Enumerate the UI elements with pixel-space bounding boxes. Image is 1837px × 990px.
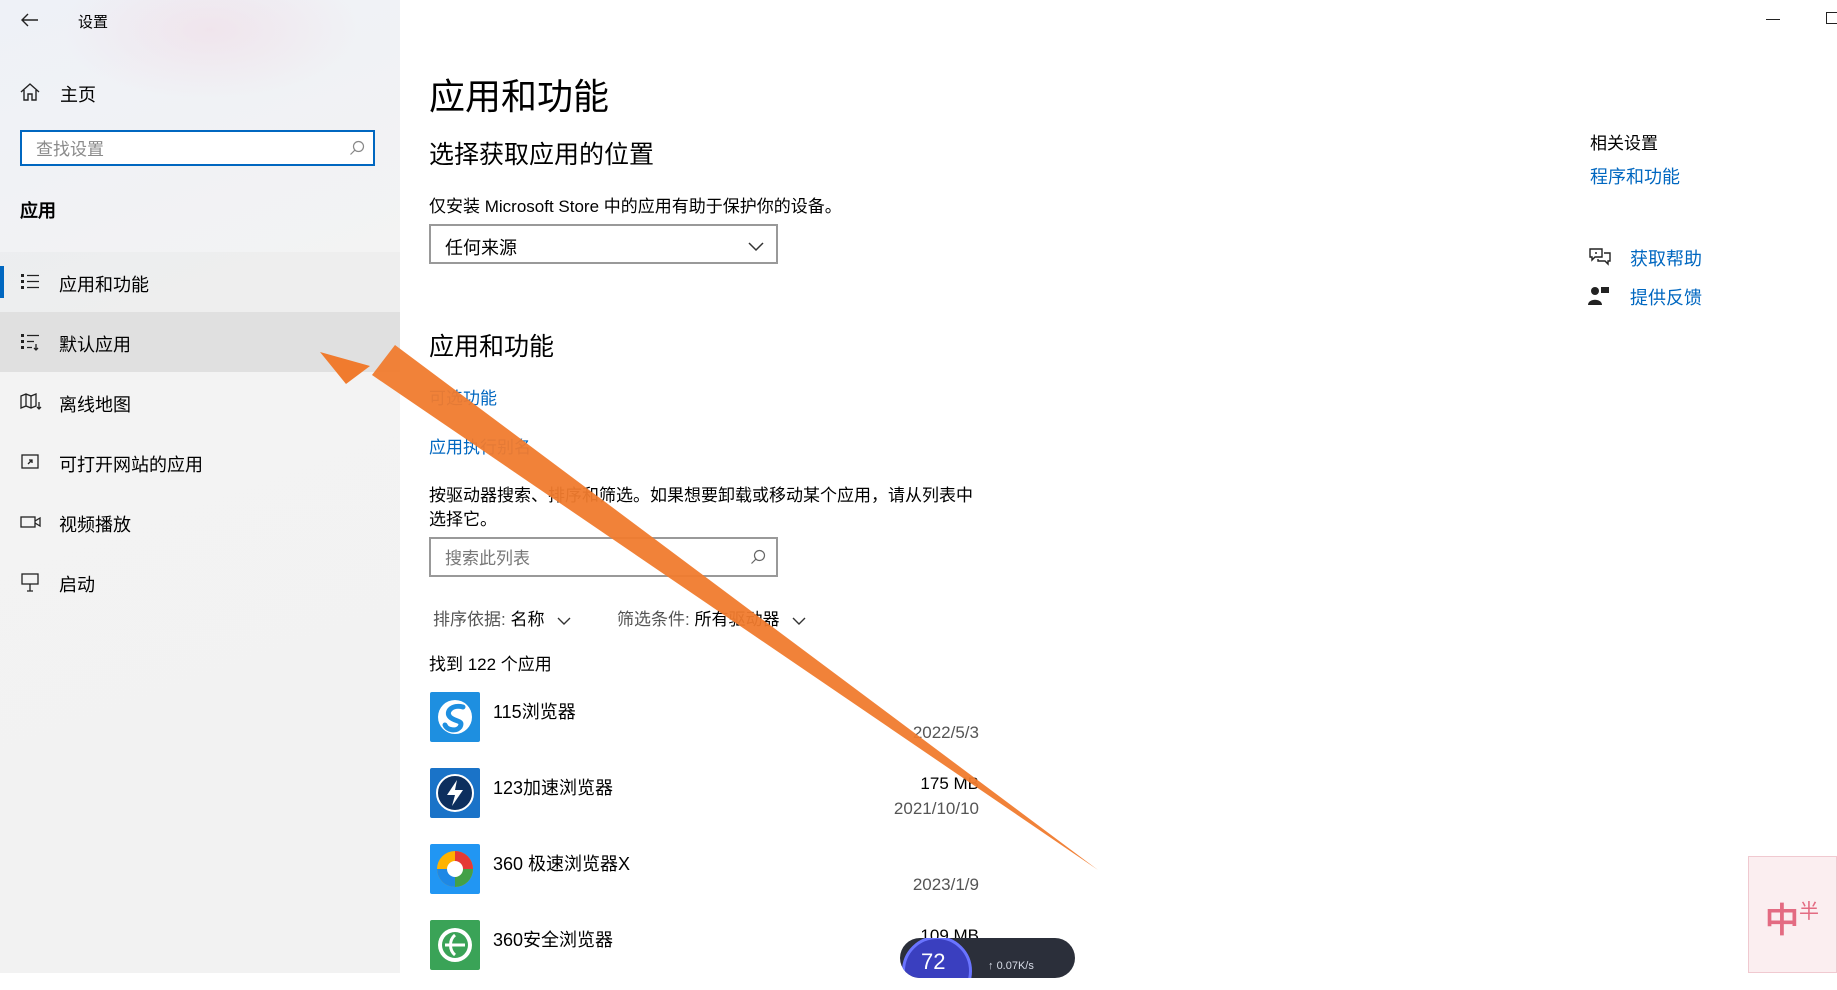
- offline-map-icon: [20, 392, 42, 412]
- chevron-down-icon: [557, 611, 571, 631]
- app-date: 2022/5/3: [912, 723, 979, 742]
- sidebar-section-title: 应用: [20, 201, 56, 221]
- search-icon[interactable]: [349, 140, 365, 161]
- sidebar-item-video-playback[interactable]: 视频播放: [0, 492, 400, 552]
- search-icon[interactable]: [750, 549, 766, 570]
- widget-value: 72: [921, 949, 946, 974]
- sidebar-item-apps-features[interactable]: 应用和功能: [0, 252, 400, 312]
- sidebar-item-label: 应用和功能: [59, 275, 149, 295]
- chevron-down-icon: [748, 239, 764, 257]
- get-help-label: 获取帮助: [1630, 249, 1702, 269]
- programs-features-link[interactable]: 程序和功能: [1590, 163, 1680, 189]
- sort-dropdown[interactable]: 排序依据: 名称: [433, 605, 571, 631]
- network-speed-widget[interactable]: 72 ↑ 0.07K/s: [900, 938, 1075, 978]
- web-apps-icon: [20, 452, 40, 472]
- related-settings-heading: 相关设置: [1590, 134, 1658, 153]
- app-source-dropdown[interactable]: 任何来源: [429, 224, 778, 264]
- sidebar-item-home[interactable]: 主页: [0, 74, 400, 112]
- apps-count: 找到 122 个应用: [429, 655, 552, 674]
- back-button[interactable]: [16, 6, 44, 34]
- settings-search-input[interactable]: [34, 138, 338, 162]
- video-icon: [20, 512, 41, 532]
- sidebar-item-label: 可打开网站的应用: [59, 455, 203, 475]
- watermark-char: 中: [1765, 902, 1799, 940]
- chevron-down-icon: [792, 611, 806, 631]
- app-execution-aliases-link[interactable]: 应用执行别名: [429, 433, 531, 458]
- sidebar: 设置 主页 应用 应用和功能: [0, 0, 400, 973]
- app-name: 123加速浏览器: [493, 778, 614, 798]
- app-date: 2023/1/9: [912, 875, 979, 894]
- app-name: 360安全浏览器: [493, 930, 614, 950]
- watermark-stamp: 中 半: [1748, 856, 1837, 973]
- apps-list-description-line2: 选择它。: [429, 510, 497, 529]
- chat-help-icon: [1588, 246, 1612, 273]
- list-item-115-browser[interactable]: 115浏览器 2022/5/3: [429, 692, 979, 762]
- optional-features-link[interactable]: 可选功能: [429, 384, 497, 409]
- home-icon: [19, 82, 41, 107]
- sidebar-item-label: 启动: [59, 575, 95, 595]
- title-bar: 设置: [0, 0, 400, 40]
- page-title: 应用和功能: [429, 76, 610, 117]
- watermark-char-2: 半: [1799, 901, 1819, 923]
- default-apps-icon: [20, 332, 40, 352]
- app-title: 设置: [78, 14, 109, 31]
- app-name: 360 极速浏览器X: [493, 854, 631, 874]
- filter-value: 所有驱动器: [694, 610, 780, 629]
- apps-features-heading: 应用和功能: [429, 333, 555, 361]
- sidebar-item-web-apps[interactable]: 可打开网站的应用: [0, 432, 400, 492]
- sort-value: 名称: [510, 610, 545, 629]
- give-feedback-label: 提供反馈: [1630, 288, 1702, 308]
- sidebar-item-label: 视频播放: [59, 515, 131, 535]
- app-360-speed-browser-icon: [430, 844, 480, 894]
- filter-label: 筛选条件:: [617, 610, 690, 629]
- app-360-safe-browser-icon: [430, 920, 480, 970]
- startup-icon: [20, 572, 40, 592]
- settings-search-box[interactable]: [20, 130, 375, 166]
- list-item-360-speed-browser[interactable]: 360 极速浏览器X 2023/1/9: [429, 844, 979, 914]
- app-123-browser-icon: [430, 768, 480, 818]
- sidebar-item-default-apps[interactable]: 默认应用: [0, 312, 400, 372]
- gauge-icon: 72: [902, 938, 972, 978]
- sidebar-item-label: 默认应用: [59, 335, 131, 355]
- install-location-description: 仅安装 Microsoft Store 中的应用有助于保护你的设备。: [429, 197, 842, 216]
- app-list-search-box[interactable]: [429, 537, 778, 577]
- dropdown-value: 任何来源: [445, 238, 517, 258]
- app-list-search-input[interactable]: [443, 547, 727, 571]
- apps-list-description-line1: 按驱动器搜索、排序和筛选。如果想要卸载或移动某个应用，请从列表中: [429, 486, 973, 505]
- feedback-person-icon: [1588, 285, 1610, 312]
- filter-dropdown[interactable]: 筛选条件: 所有驱动器: [617, 605, 806, 631]
- home-label: 主页: [60, 85, 96, 105]
- upload-speed-value: 0.07K/s: [996, 960, 1034, 972]
- apps-list-icon: [20, 272, 40, 292]
- sidebar-item-offline-maps[interactable]: 离线地图: [0, 372, 400, 432]
- list-item-360-safe-browser[interactable]: 360安全浏览器 109 MB: [429, 920, 979, 990]
- app-115-browser-icon: [430, 692, 480, 742]
- app-size: 175 MB: [920, 774, 979, 793]
- install-location-heading: 选择获取应用的位置: [429, 141, 655, 169]
- list-item-123-browser[interactable]: 123加速浏览器 175 MB 2021/10/10: [429, 768, 979, 838]
- app-name: 115浏览器: [493, 702, 576, 722]
- minimize-button[interactable]: [1766, 19, 1780, 20]
- maximize-button[interactable]: [1826, 12, 1837, 24]
- upload-speed: ↑ 0.07K/s: [988, 960, 1034, 972]
- selection-indicator: [0, 266, 4, 298]
- sort-label: 排序依据:: [433, 610, 506, 629]
- sidebar-item-startup[interactable]: 启动: [0, 552, 400, 612]
- sidebar-item-label: 离线地图: [59, 395, 131, 415]
- back-arrow-icon: [21, 13, 38, 27]
- app-date: 2021/10/10: [893, 799, 979, 818]
